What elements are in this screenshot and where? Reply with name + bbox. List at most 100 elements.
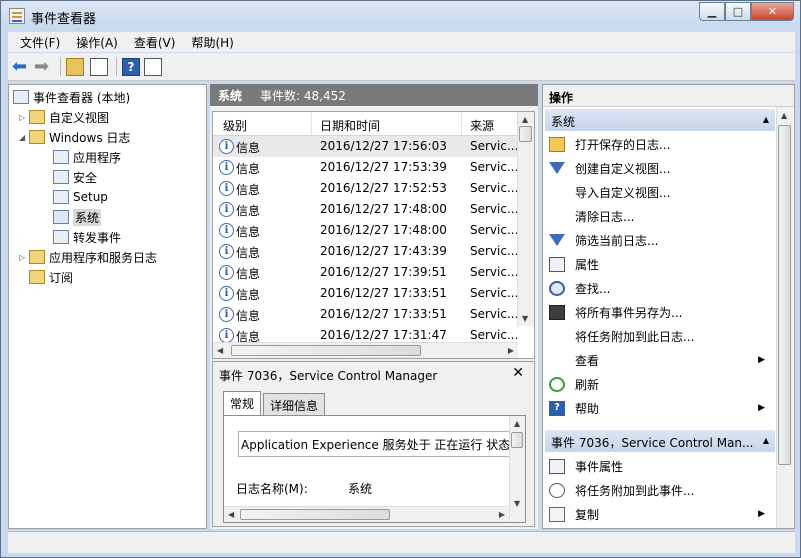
action-refresh[interactable]: 刷新: [545, 373, 773, 395]
help-icon[interactable]: ?: [122, 58, 140, 76]
tab-general[interactable]: 常规: [223, 391, 262, 415]
expand-arrow-icon[interactable]: ▷: [19, 113, 29, 122]
tree-item-apps-services-logs[interactable]: ▷ 应用程序和服务日志: [19, 248, 157, 266]
maximize-button[interactable]: □: [725, 2, 751, 21]
scroll-up-arrow-icon[interactable]: ▲: [514, 419, 520, 428]
back-arrow-icon[interactable]: ⬅: [12, 58, 30, 76]
log-icon: [53, 210, 69, 224]
column-header-level[interactable]: 级别: [223, 117, 247, 134]
up-folder-icon[interactable]: [66, 58, 84, 76]
forward-arrow-icon[interactable]: ➡: [34, 58, 52, 76]
tree-item-windows-logs[interactable]: ◢ Windows 日志: [19, 128, 130, 146]
events-horizontal-scrollbar[interactable]: ◀ ▶: [213, 342, 518, 358]
close-icon[interactable]: ✕: [512, 365, 524, 381]
tree-item-custom-views[interactable]: ▷ 自定义视图: [19, 108, 109, 126]
tree-item-setup-log[interactable]: Setup: [53, 188, 108, 206]
info-icon: i: [219, 328, 234, 343]
scroll-down-arrow-icon[interactable]: ▼: [514, 499, 520, 508]
tree-item-security-log[interactable]: 安全: [53, 168, 97, 186]
navigation-tree: 事件查看器 (本地) ▷ 自定义视图 ◢ Windows 日志 应用程序 安全 …: [8, 84, 207, 529]
action-copy[interactable]: 复制 ▶: [545, 503, 773, 525]
show-hide-action-pane-icon[interactable]: [144, 58, 162, 76]
action-find[interactable]: 查找...: [545, 277, 773, 299]
action-open-saved-log[interactable]: 打开保存的日志...: [545, 133, 773, 155]
action-attach-task-to-log[interactable]: 将任务附加到此日志...: [545, 325, 773, 347]
event-detail-pane: 事件 7036，Service Control Manager ✕ 常规 详细信…: [212, 361, 535, 527]
close-button[interactable]: ✕: [751, 2, 794, 21]
tree-item-label: 系统: [73, 208, 102, 226]
detail-tabs: 常规 详细信息: [223, 391, 327, 415]
copy-icon: [549, 506, 565, 522]
action-properties[interactable]: 属性: [545, 253, 773, 275]
action-save-all-events-as[interactable]: 将所有事件另存为...: [545, 301, 773, 323]
scroll-thumb[interactable]: [231, 345, 421, 356]
event-datetime: 2016/12/27 17:33:51: [320, 286, 447, 300]
info-icon: i: [219, 160, 234, 175]
event-message-box[interactable]: Application Experience 服务处于 正在运行 状态。: [238, 431, 511, 457]
collapse-up-icon[interactable]: ▲: [763, 436, 769, 445]
column-header-source[interactable]: 来源: [470, 117, 494, 134]
detail-vertical-scrollbar[interactable]: ▲ ▼: [509, 416, 525, 522]
menu-view[interactable]: 查看(V): [126, 34, 184, 51]
tree-item-label: 安全: [73, 170, 98, 185]
column-divider[interactable]: [311, 112, 312, 136]
detail-horizontal-scrollbar[interactable]: ◀ ▶: [224, 506, 509, 522]
toolbar-separator: [60, 58, 61, 76]
submenu-arrow-icon: ▶: [758, 509, 765, 519]
section-title: 事件 7036，Service Control Man...: [551, 436, 754, 450]
tree-item-system-log[interactable]: 系统: [53, 208, 102, 226]
scroll-right-arrow-icon[interactable]: ▶: [499, 510, 505, 519]
scroll-up-arrow-icon[interactable]: ▲: [522, 115, 528, 124]
expand-arrow-icon[interactable]: ▷: [19, 253, 29, 262]
table-row[interactable]: i 信息 2016/12/27 17:33:51 Servic...: [213, 304, 518, 325]
menu-file[interactable]: 文件(F): [12, 34, 68, 51]
action-view-submenu[interactable]: 查看 ▶: [545, 349, 773, 371]
table-row[interactable]: i 信息 2016/12/27 17:56:03 Servic...: [213, 136, 518, 157]
collapse-up-icon[interactable]: ▲: [763, 115, 769, 124]
table-row[interactable]: i 信息 2016/12/27 17:52:53 Servic...: [213, 178, 518, 199]
column-header-datetime[interactable]: 日期和时间: [320, 117, 380, 134]
section-header-system[interactable]: 系统 ▲: [545, 109, 775, 131]
tree-item-forwarded-events[interactable]: 转发事件: [53, 228, 121, 246]
scroll-down-arrow-icon[interactable]: ▼: [522, 314, 528, 323]
action-create-custom-view[interactable]: 创建自定义视图...: [545, 157, 773, 179]
create-view-icon: [549, 162, 565, 174]
menu-help[interactable]: 帮助(H): [183, 34, 241, 51]
scroll-right-arrow-icon[interactable]: ▶: [508, 346, 514, 355]
scroll-up-arrow-icon[interactable]: ▲: [781, 111, 787, 120]
table-row[interactable]: i 信息 2016/12/27 17:33:51 Servic...: [213, 283, 518, 304]
tab-details[interactable]: 详细信息: [263, 393, 326, 415]
scroll-thumb[interactable]: [240, 509, 390, 520]
actions-vertical-scrollbar[interactable]: ▲: [776, 107, 793, 528]
action-attach-task-to-event[interactable]: 将任务附加到此事件...: [545, 479, 773, 501]
action-import-custom-view[interactable]: 导入自定义视图...: [545, 181, 773, 203]
table-row[interactable]: i 信息 2016/12/27 17:48:00 Servic...: [213, 220, 518, 241]
action-help-submenu[interactable]: ? 帮助 ▶: [545, 397, 773, 419]
scroll-left-arrow-icon[interactable]: ◀: [228, 510, 234, 519]
scroll-thumb[interactable]: [511, 432, 523, 448]
section-header-event[interactable]: 事件 7036，Service Control Man... ▲: [545, 430, 775, 452]
scroll-thumb[interactable]: [778, 125, 791, 465]
refresh-icon: [549, 376, 565, 392]
table-row[interactable]: i 信息 2016/12/27 17:53:39 Servic...: [213, 157, 518, 178]
attach-task-icon: [549, 482, 565, 498]
events-vertical-scrollbar[interactable]: ▲ ▼: [517, 112, 534, 326]
table-row[interactable]: i 信息 2016/12/27 17:43:39 Servic...: [213, 241, 518, 262]
tree-item-application-log[interactable]: 应用程序: [53, 148, 121, 166]
menu-action[interactable]: 操作(A): [68, 34, 126, 51]
table-row[interactable]: i 信息 2016/12/27 17:39:51 Servic...: [213, 262, 518, 283]
action-filter-current-log[interactable]: 筛选当前日志...: [545, 229, 773, 251]
minimize-button[interactable]: ▁: [699, 2, 725, 21]
scroll-left-arrow-icon[interactable]: ◀: [217, 346, 223, 355]
scroll-thumb[interactable]: [519, 126, 532, 142]
show-hide-console-tree-icon[interactable]: [90, 58, 108, 76]
table-row[interactable]: i 信息 2016/12/27 17:48:00 Servic...: [213, 199, 518, 220]
event-source: Servic...: [470, 139, 519, 153]
tree-item-root[interactable]: 事件查看器 (本地): [13, 88, 130, 106]
tree-item-subscriptions[interactable]: 订阅: [29, 268, 73, 286]
action-event-properties[interactable]: 事件属性: [545, 455, 773, 477]
tree-item-label: 应用程序和服务日志: [49, 250, 158, 265]
collapse-arrow-icon[interactable]: ◢: [19, 133, 29, 142]
action-clear-log[interactable]: 清除日志...: [545, 205, 773, 227]
column-divider[interactable]: [461, 112, 462, 136]
